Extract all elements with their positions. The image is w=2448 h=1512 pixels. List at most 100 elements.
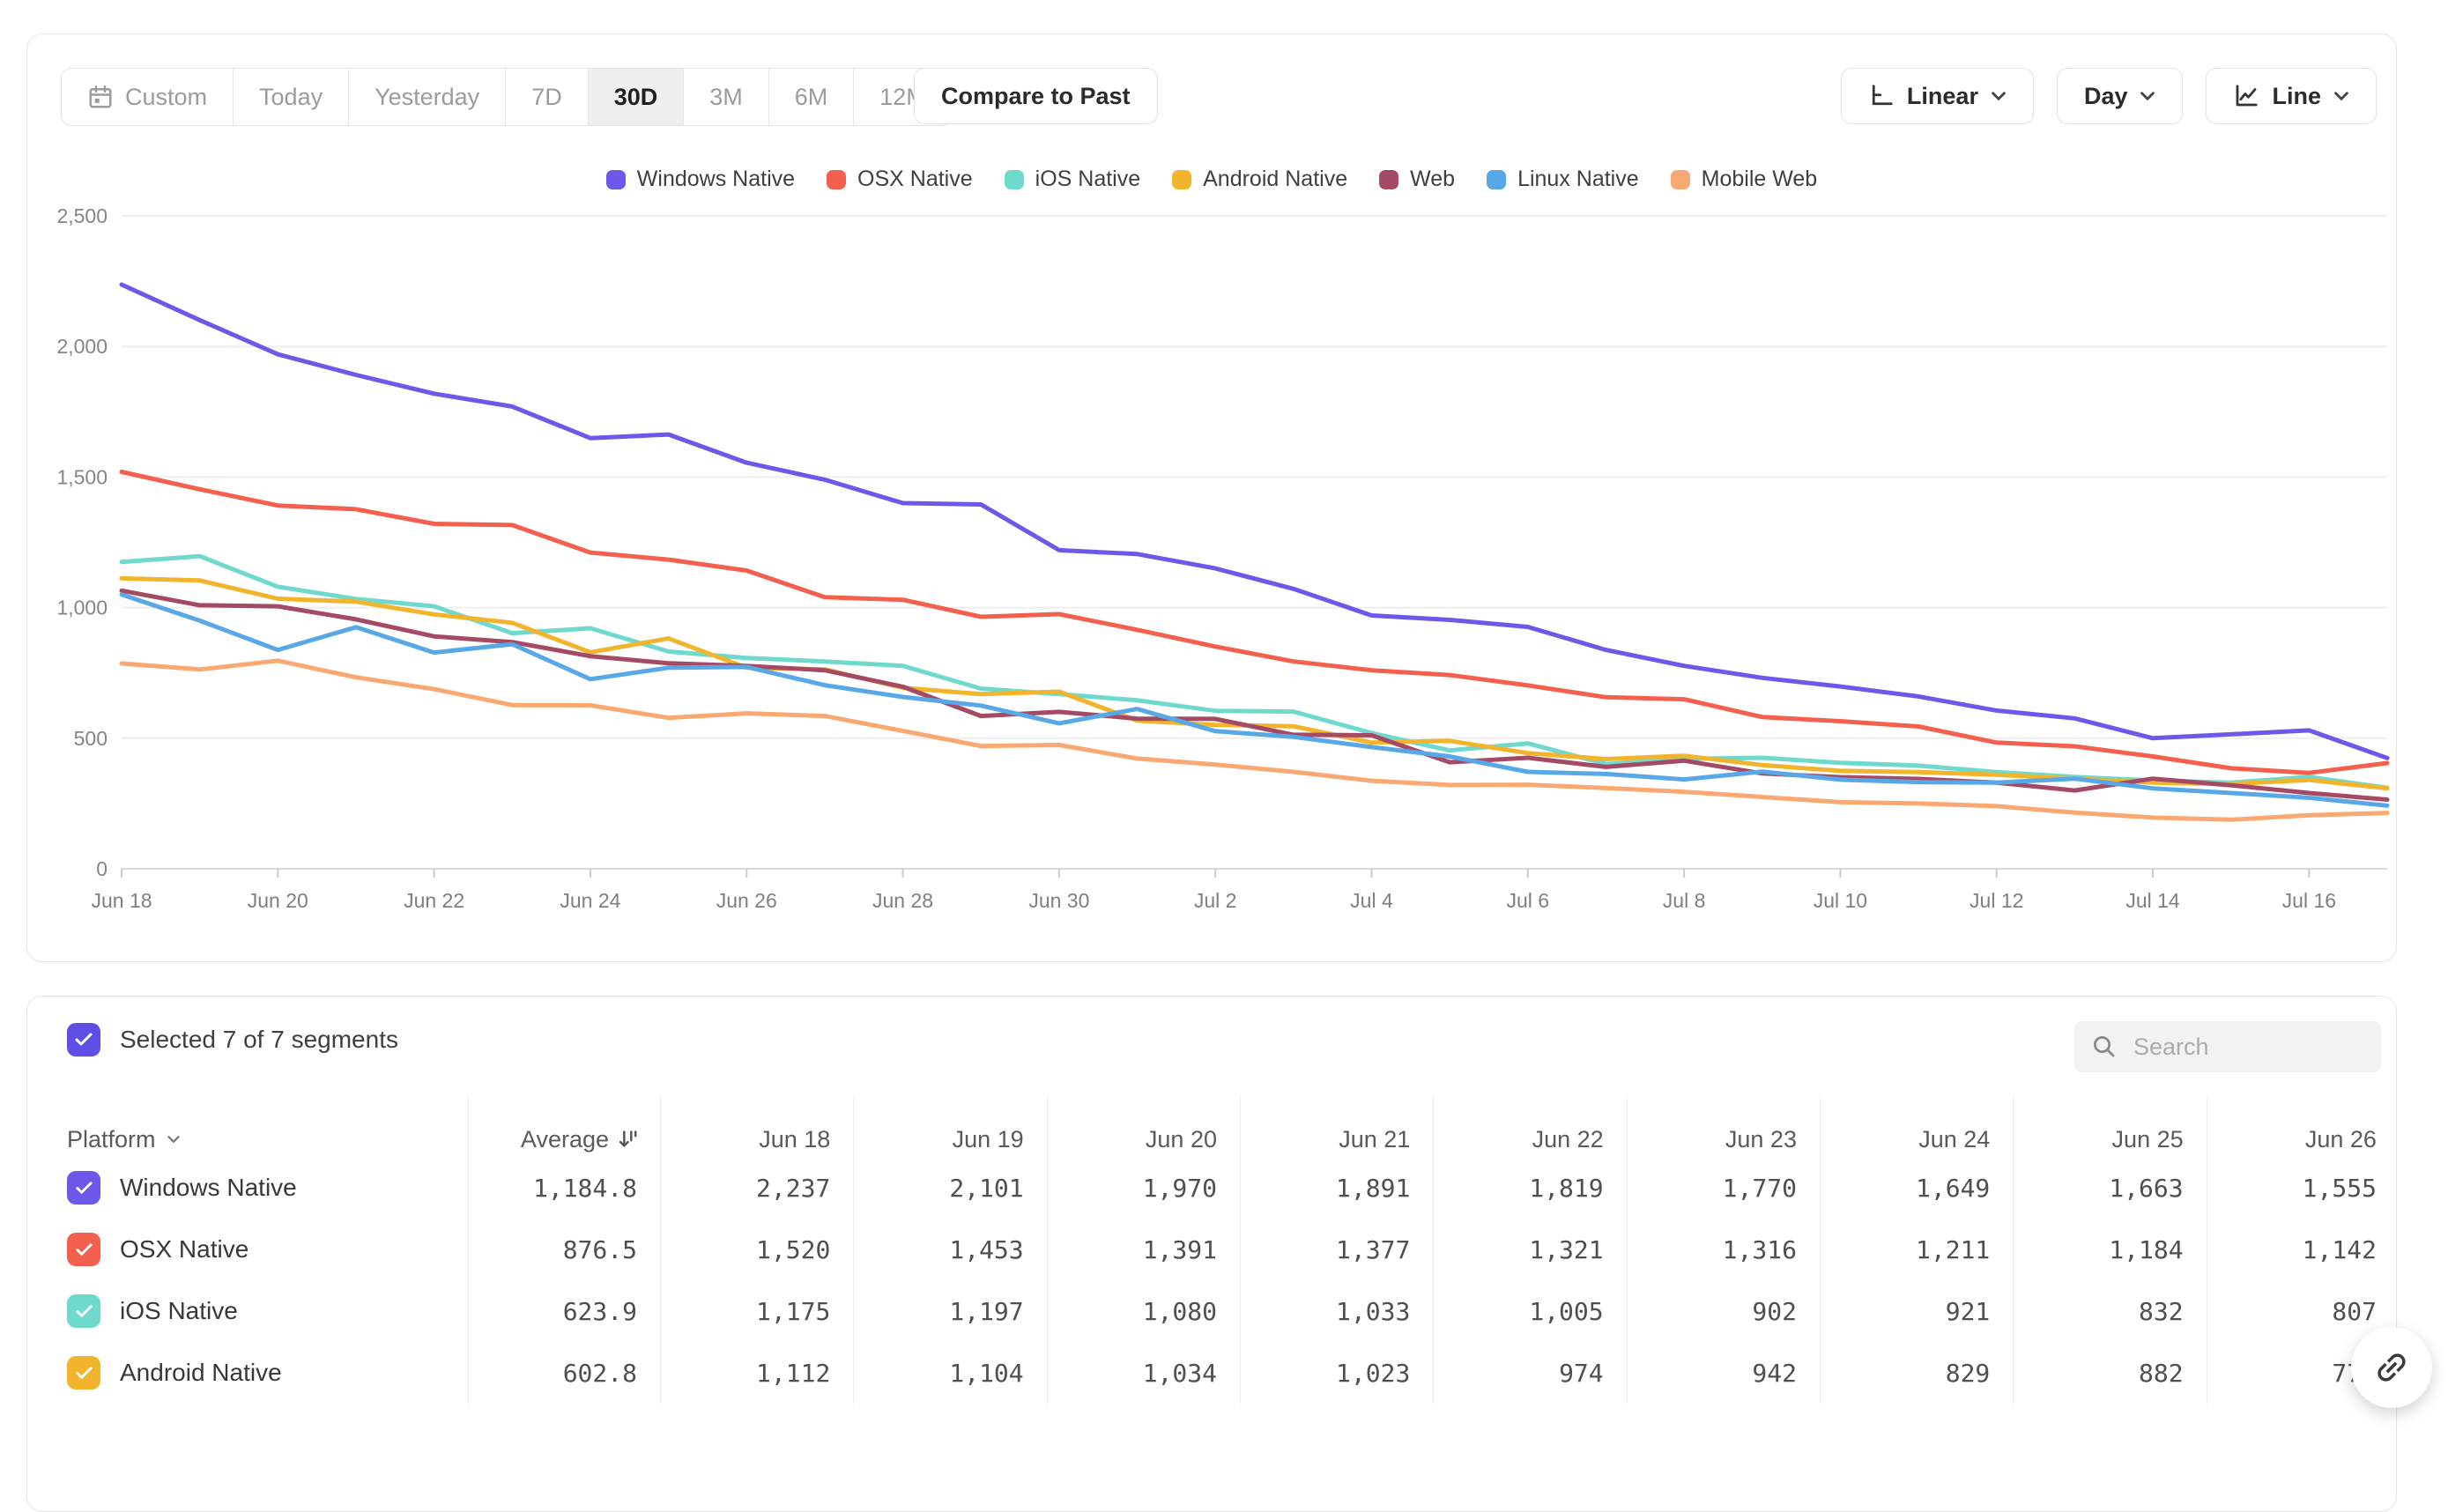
segment-checkbox[interactable] bbox=[67, 1233, 100, 1266]
legend-item[interactable]: Windows Native bbox=[606, 167, 795, 192]
legend-swatch bbox=[827, 170, 846, 189]
data-value: 1,819 bbox=[1433, 1157, 1626, 1219]
svg-text:Jul 16: Jul 16 bbox=[2282, 889, 2336, 912]
date-range-label: 30D bbox=[614, 84, 658, 111]
date-range-label: 6M bbox=[795, 84, 828, 111]
date-range-label: Yesterday bbox=[375, 84, 479, 111]
svg-text:Jun 30: Jun 30 bbox=[1028, 889, 1089, 912]
date-range-control: CustomTodayYesterday7D30D3M6M12M bbox=[61, 68, 953, 126]
share-link-icon bbox=[2372, 1348, 2411, 1387]
data-value: 832 bbox=[2013, 1280, 2206, 1342]
search-input[interactable] bbox=[2132, 1033, 2364, 1062]
series-line-web bbox=[122, 590, 2387, 799]
series-line-osx-native bbox=[122, 472, 2387, 774]
legend-item[interactable]: Mobile Web bbox=[1671, 167, 1818, 192]
column-header-label: Average bbox=[521, 1126, 609, 1153]
series-line-android-native bbox=[122, 578, 2387, 788]
date-range-label: Custom bbox=[125, 84, 207, 111]
segment-row-windows-native: Windows Native bbox=[27, 1157, 468, 1219]
svg-text:Jun 26: Jun 26 bbox=[716, 889, 777, 912]
compare-to-past-button[interactable]: Compare to Past bbox=[914, 68, 1158, 124]
svg-text:2,500: 2,500 bbox=[56, 204, 108, 227]
legend-item[interactable]: Android Native bbox=[1172, 167, 1347, 192]
select-all-checkbox[interactable] bbox=[67, 1023, 100, 1056]
segment-row-ios-native: iOS Native bbox=[27, 1280, 468, 1342]
data-value: 1,104 bbox=[853, 1342, 1046, 1404]
share-link-button[interactable] bbox=[2351, 1327, 2432, 1408]
date-range-yesterday[interactable]: Yesterday bbox=[349, 69, 506, 125]
legend-label: Mobile Web bbox=[1702, 167, 1818, 192]
legend-item[interactable]: OSX Native bbox=[827, 167, 973, 192]
legend-item[interactable]: Linux Native bbox=[1487, 167, 1639, 192]
svg-text:Jul 12: Jul 12 bbox=[1970, 889, 2023, 912]
segment-checkbox[interactable] bbox=[67, 1294, 100, 1328]
data-value: 882 bbox=[2013, 1342, 2206, 1404]
legend-label: Android Native bbox=[1203, 167, 1347, 192]
sort-descending-icon[interactable] bbox=[618, 1128, 637, 1151]
column-header-label: Jun 24 bbox=[1918, 1126, 1990, 1153]
chart-legend: Windows Native OSX Native iOS Native Androi… bbox=[27, 167, 2396, 192]
date-range-6m[interactable]: 6M bbox=[769, 69, 855, 125]
legend-label: iOS Native bbox=[1035, 167, 1140, 192]
column-header-label: Platform bbox=[67, 1126, 156, 1153]
data-value: 1,142 bbox=[2207, 1219, 2396, 1280]
data-value: 942 bbox=[1627, 1342, 1820, 1404]
svg-text:Jul 8: Jul 8 bbox=[1663, 889, 1706, 912]
interval-label: Day bbox=[2084, 83, 2128, 110]
legend-swatch bbox=[606, 170, 626, 189]
column-header-label: Jun 26 bbox=[2305, 1126, 2377, 1153]
date-range-3m[interactable]: 3M bbox=[684, 69, 769, 125]
data-value: 1,520 bbox=[660, 1219, 853, 1280]
data-value: 921 bbox=[1820, 1280, 2013, 1342]
chart-options: Linear Day Line bbox=[1841, 68, 2377, 124]
date-range-30d[interactable]: 30D bbox=[589, 69, 685, 125]
data-value: 1,649 bbox=[1820, 1157, 2013, 1219]
date-range-today[interactable]: Today bbox=[234, 69, 349, 125]
svg-text:2,000: 2,000 bbox=[56, 335, 108, 358]
scale-dropdown[interactable]: Linear bbox=[1841, 68, 2034, 124]
data-value: 1,663 bbox=[2013, 1157, 2206, 1219]
data-value: 1,453 bbox=[853, 1219, 1046, 1280]
data-value: 1,377 bbox=[1240, 1219, 1433, 1280]
data-value: 1,033 bbox=[1240, 1280, 1433, 1342]
legend-swatch bbox=[1172, 170, 1191, 189]
calendar-icon bbox=[87, 84, 114, 110]
interval-dropdown[interactable]: Day bbox=[2057, 68, 2184, 124]
svg-text:Jul 10: Jul 10 bbox=[1814, 889, 1867, 912]
column-header-label: Jun 18 bbox=[759, 1126, 830, 1153]
segment-label: iOS Native bbox=[120, 1297, 238, 1325]
svg-text:Jul 2: Jul 2 bbox=[1194, 889, 1237, 912]
legend-item[interactable]: Web bbox=[1379, 167, 1455, 192]
data-value: 1,023 bbox=[1240, 1342, 1433, 1404]
svg-text:Jun 22: Jun 22 bbox=[404, 889, 464, 912]
svg-text:1,500: 1,500 bbox=[56, 465, 108, 488]
data-value: 829 bbox=[1820, 1342, 2013, 1404]
average-value: 1,184.8 bbox=[468, 1157, 660, 1219]
data-value: 807 bbox=[2207, 1280, 2396, 1342]
segment-checkbox[interactable] bbox=[67, 1356, 100, 1390]
segment-search bbox=[2073, 1021, 2382, 1072]
series-line-linux-native bbox=[122, 595, 2387, 806]
legend-label: Linux Native bbox=[1517, 167, 1639, 192]
date-range-custom[interactable]: Custom bbox=[62, 69, 234, 125]
data-value: 1,891 bbox=[1240, 1157, 1433, 1219]
legend-item[interactable]: iOS Native bbox=[1005, 167, 1140, 192]
scale-label: Linear bbox=[1907, 83, 1978, 110]
data-value: 1,211 bbox=[1820, 1219, 2013, 1280]
segment-row-android-native: Android Native bbox=[27, 1342, 468, 1404]
selected-summary: Selected 7 of 7 segments bbox=[120, 1026, 398, 1054]
date-range-label: 7D bbox=[531, 84, 562, 111]
segment-checkbox[interactable] bbox=[67, 1171, 100, 1204]
data-value: 2,101 bbox=[853, 1157, 1046, 1219]
data-value: 1,080 bbox=[1047, 1280, 1240, 1342]
svg-text:0: 0 bbox=[96, 857, 108, 880]
date-range-7d[interactable]: 7D bbox=[506, 69, 589, 125]
data-value: 974 bbox=[1433, 1342, 1626, 1404]
legend-label: OSX Native bbox=[857, 167, 973, 192]
chevron-down-icon bbox=[167, 1135, 181, 1144]
series-line-mobile-web bbox=[122, 661, 2387, 820]
search-icon bbox=[2091, 1034, 2118, 1060]
chart-type-dropdown[interactable]: Line bbox=[2206, 68, 2377, 124]
segment-label: Android Native bbox=[120, 1359, 282, 1387]
segment-row-osx-native: OSX Native bbox=[27, 1219, 468, 1280]
